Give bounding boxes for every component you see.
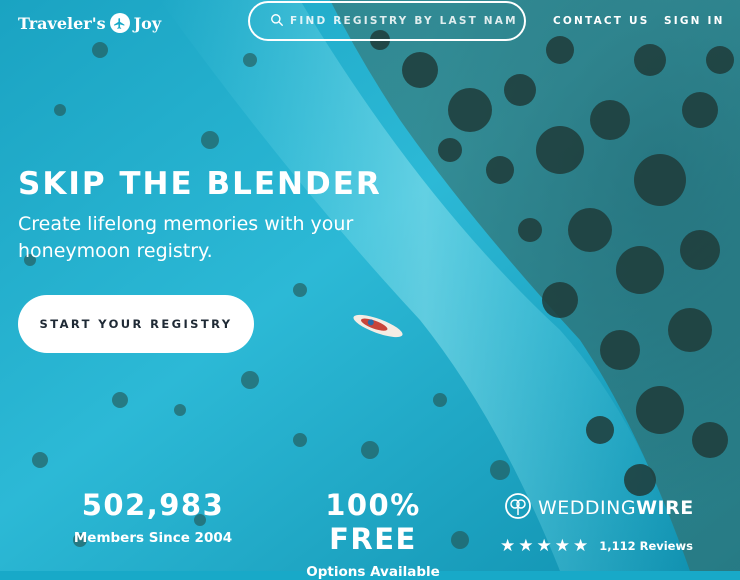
registry-search-bar[interactable] [248, 1, 526, 41]
free-label: Options Available [306, 564, 440, 580]
members-stat: 502,983 Members Since 2004 [70, 488, 236, 546]
search-icon [270, 12, 284, 31]
weddingwire-wordmark-bold: WIRE [636, 497, 694, 519]
hero-subtitle: Create lifelong memories with your honey… [18, 213, 354, 262]
weddingwire-logo[interactable]: WEDDINGWIRE [504, 492, 694, 524]
weddingwire-rating: ★★★★★ 1,112 Reviews [500, 536, 693, 556]
members-count: 502,983 [81, 488, 225, 522]
logo-text-right: Joy [133, 13, 162, 33]
airplane-icon [109, 13, 130, 33]
members-label: Members Since 2004 [73, 530, 233, 546]
reviews-count: 1,112 Reviews [599, 539, 693, 553]
logo-text-left: Traveler's [18, 13, 106, 33]
wedding-rings-icon [504, 492, 532, 524]
travelers-joy-logo[interactable]: Traveler's Joy [18, 11, 161, 35]
free-stat: 100% FREE Options Available [282, 488, 464, 580]
star-icon: ★★★★★ [500, 536, 592, 556]
start-registry-button[interactable]: START YOUR REGISTRY [18, 295, 254, 353]
weddingwire-wordmark: WEDDINGWIRE [538, 497, 694, 519]
free-value: 100% FREE [325, 488, 421, 556]
sign-in-link[interactable]: SIGN IN [664, 15, 725, 27]
hero-title: SKIP THE BLENDER [18, 166, 382, 202]
registry-search-input[interactable] [290, 15, 515, 27]
weddingwire-wordmark-light: WEDDING [538, 497, 637, 519]
hero-background-image [0, 0, 740, 571]
contact-us-link[interactable]: CONTACT US [553, 15, 650, 27]
